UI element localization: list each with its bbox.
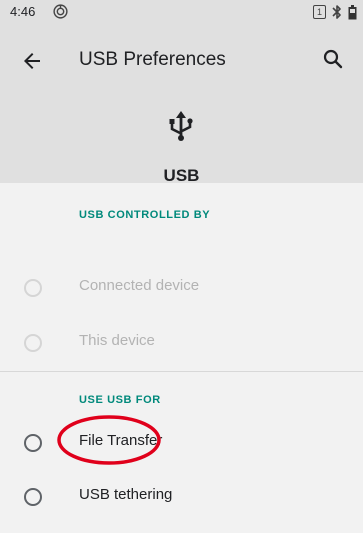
- option-connected-device: Connected device: [0, 263, 363, 313]
- status-bar: 4:46 1: [0, 0, 363, 24]
- radio-button: [24, 279, 42, 297]
- option-this-device: This device: [0, 318, 363, 368]
- battery-icon: [348, 4, 357, 19]
- radio-button[interactable]: [24, 434, 42, 452]
- toolbar: USB Preferences: [0, 40, 363, 82]
- radio-button[interactable]: [24, 488, 42, 506]
- status-time: 4:46: [10, 4, 36, 19]
- section-header-controlled-by: USB CONTROLLED BY: [79, 209, 211, 221]
- usb-icon: [169, 111, 193, 141]
- highlight-annotation: [57, 415, 161, 465]
- arrow-back-icon[interactable]: [20, 49, 44, 73]
- bluetooth-icon: [332, 5, 341, 19]
- status-icons: 1: [313, 3, 357, 21]
- option-label: USB tethering: [79, 486, 173, 503]
- radio-button: [24, 334, 42, 352]
- option-label: Connected device: [79, 277, 200, 294]
- option-usb-tethering[interactable]: USB tethering: [0, 472, 363, 522]
- section-divider: [0, 371, 363, 372]
- usb-label: USB: [163, 166, 200, 185]
- app-header: 4:46 1 USB Preferences USB: [0, 0, 363, 185]
- do-not-disturb-icon: [53, 4, 68, 19]
- option-label: This device: [79, 332, 155, 349]
- page-title: USB Preferences: [79, 49, 226, 70]
- search-icon[interactable]: [321, 47, 345, 71]
- option-file-transfer[interactable]: File Transfer: [0, 418, 363, 468]
- section-header-use-usb-for: USE USB FOR: [79, 394, 161, 406]
- sim-badge: 1: [313, 5, 326, 19]
